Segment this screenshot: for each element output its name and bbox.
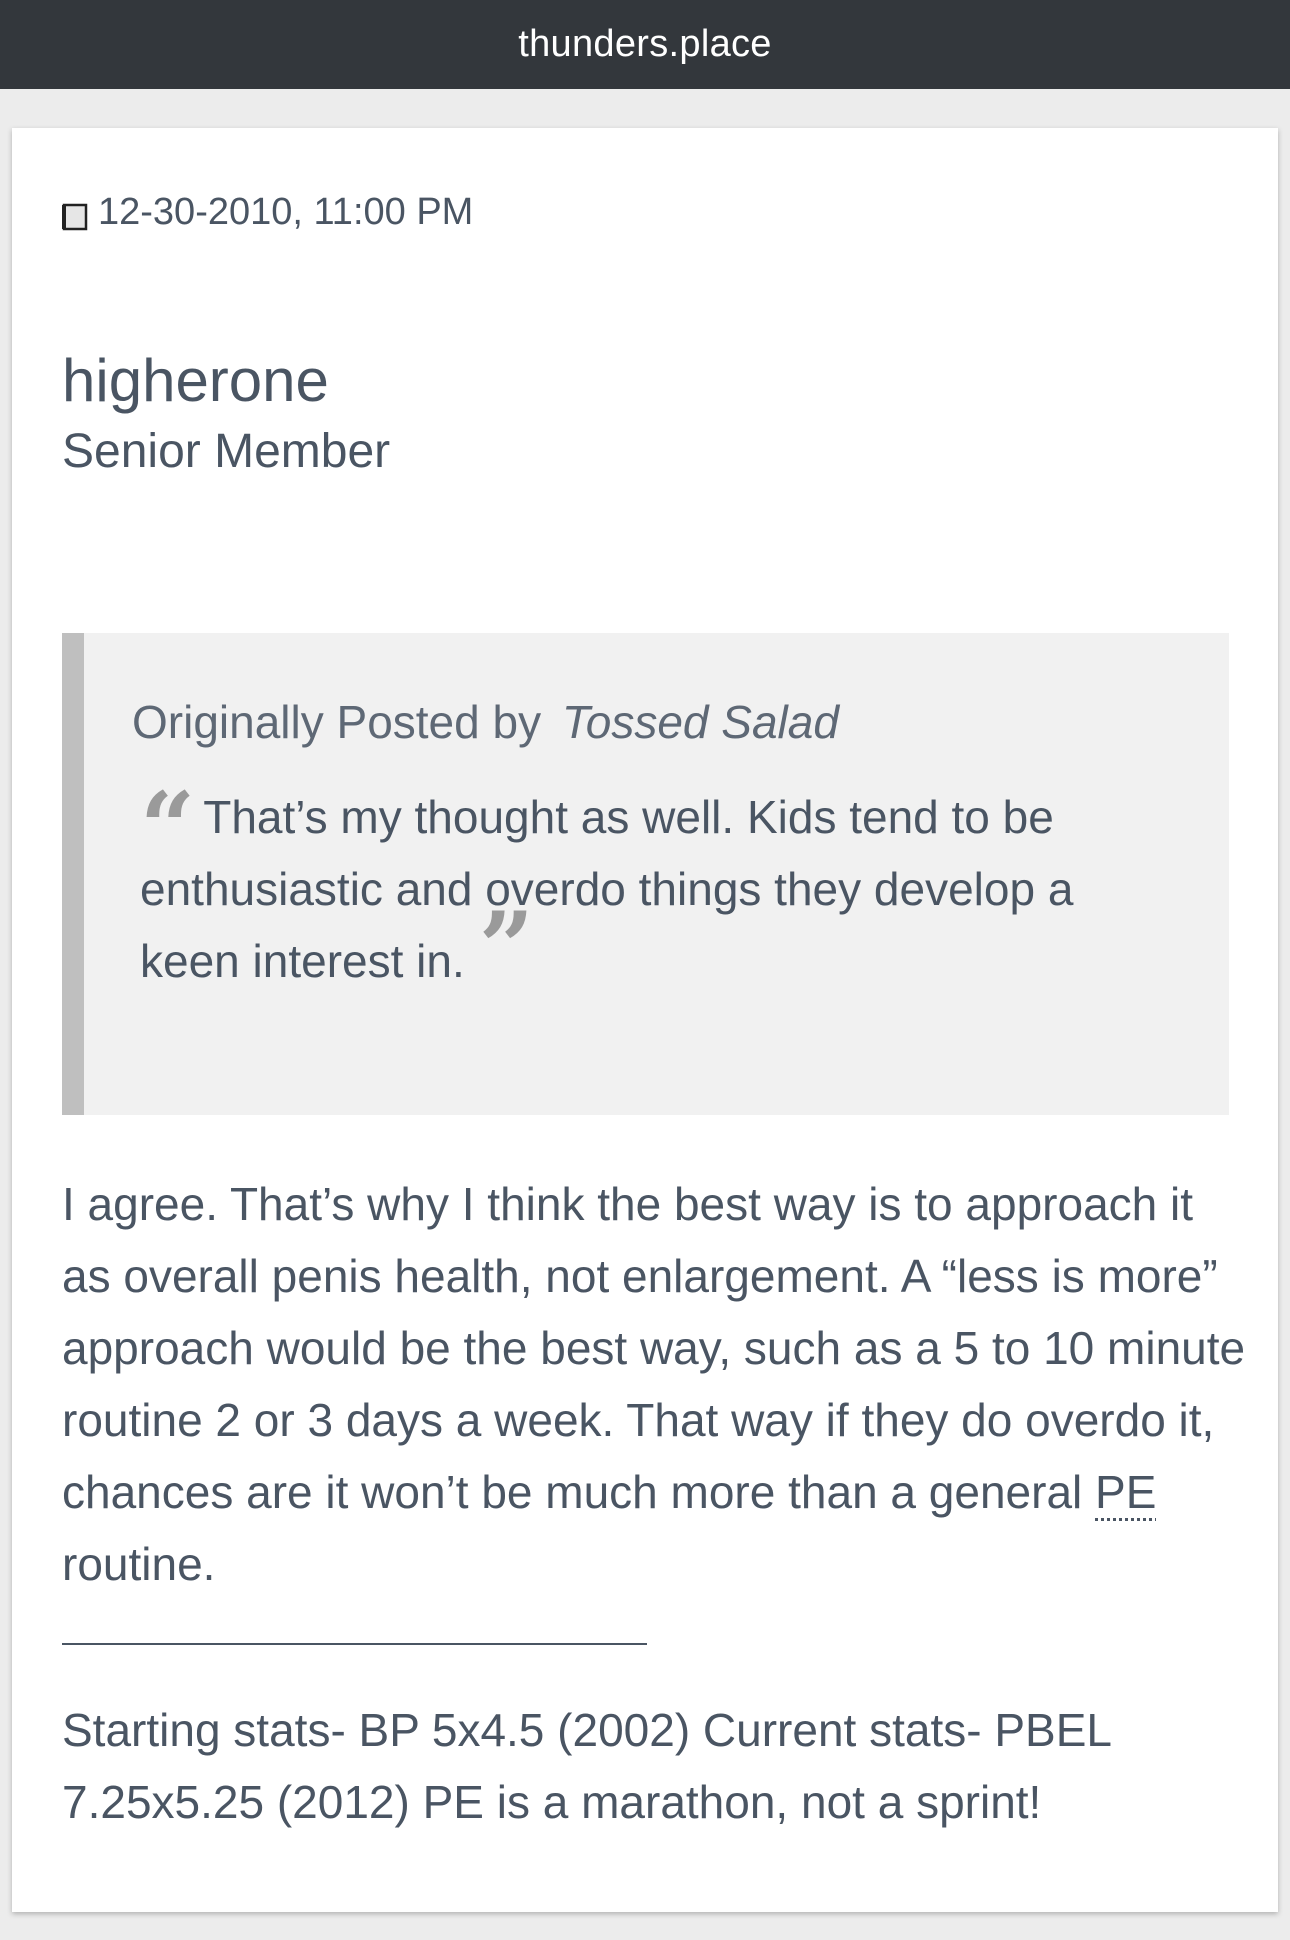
post-body-text-2: routine. bbox=[62, 1538, 216, 1590]
post-body-text-1: I agree. That’s why I think the best way… bbox=[62, 1178, 1246, 1518]
close-quote-icon: ” bbox=[478, 891, 534, 1004]
post-card: 12-30-2010, 11:00 PM higherone Senior Me… bbox=[12, 128, 1278, 1912]
post-body: I agree. That’s why I think the best way… bbox=[62, 1168, 1252, 1600]
post-meta: 12-30-2010, 11:00 PM bbox=[62, 188, 473, 236]
site-domain: thunders.place bbox=[518, 23, 772, 65]
pe-abbreviation[interactable]: PE bbox=[1095, 1466, 1156, 1518]
post-signature: Starting stats- BP 5x4.5 (2002) Current … bbox=[62, 1704, 1111, 1828]
post-author-title: Senior Member bbox=[62, 425, 391, 478]
post-icon bbox=[62, 198, 88, 231]
address-bar[interactable]: thunders.place bbox=[0, 0, 1290, 89]
post-date: 12-30-2010, 11:00 PM bbox=[98, 190, 474, 233]
quote-text: That’s my thought as well. Kids tend to … bbox=[140, 791, 1074, 987]
signature-divider bbox=[62, 1643, 647, 1645]
quote-attribution: Originally Posted by Tossed Salad bbox=[132, 695, 839, 749]
quote-prefix: Originally Posted by bbox=[132, 696, 542, 748]
quote-author: Tossed Salad bbox=[561, 696, 839, 748]
post-author-name[interactable]: higherone bbox=[62, 346, 329, 416]
quote-content: “That’s my thought as well. Kids tend to… bbox=[140, 780, 1180, 997]
quote-block: Originally Posted by Tossed Salad “That’… bbox=[62, 633, 1229, 1115]
